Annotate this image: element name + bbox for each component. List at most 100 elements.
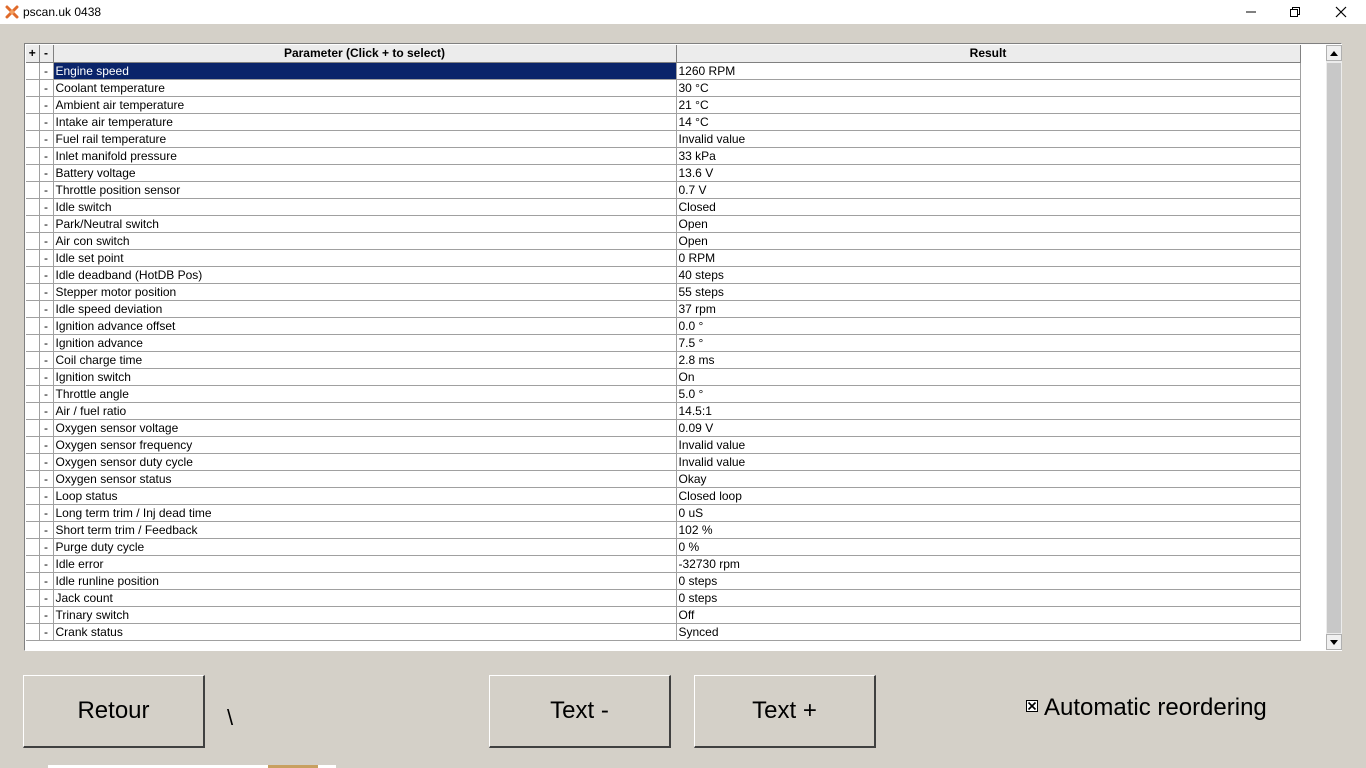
table-row[interactable]: - Fuel rail temperature Invalid value [26, 130, 1301, 148]
row-plus-cell[interactable] [26, 147, 40, 165]
row-minus-cell[interactable]: - [39, 198, 54, 216]
row-parameter-cell[interactable]: Loop status [53, 487, 677, 505]
row-result-cell[interactable]: Invalid value [676, 130, 1301, 148]
row-result-cell[interactable]: 1260 RPM [676, 62, 1301, 80]
row-result-cell[interactable]: 14 °C [676, 113, 1301, 131]
vertical-scrollbar[interactable] [1326, 45, 1342, 650]
row-minus-cell[interactable]: - [39, 623, 54, 641]
row-parameter-cell[interactable]: Idle deadband (HotDB Pos) [53, 266, 677, 284]
auto-reorder-checkbox[interactable] [1026, 700, 1038, 712]
row-plus-cell[interactable] [26, 538, 40, 556]
row-minus-cell[interactable]: - [39, 385, 54, 403]
row-parameter-cell[interactable]: Fuel rail temperature [53, 130, 677, 148]
row-parameter-cell[interactable]: Ambient air temperature [53, 96, 677, 114]
table-row[interactable]: - Stepper motor position 55 steps [26, 283, 1301, 301]
row-minus-cell[interactable]: - [39, 283, 54, 301]
row-minus-cell[interactable]: - [39, 164, 54, 182]
plus-column-header[interactable]: + [26, 45, 40, 63]
row-plus-cell[interactable] [26, 266, 40, 284]
row-plus-cell[interactable] [26, 589, 40, 607]
table-row[interactable]: - Ignition advance 7.5 ° [26, 334, 1301, 352]
table-row[interactable]: - Oxygen sensor duty cycle Invalid value [26, 453, 1301, 471]
row-result-cell[interactable]: 30 °C [676, 79, 1301, 97]
row-result-cell[interactable]: 0 steps [676, 589, 1301, 607]
table-row[interactable]: - Battery voltage 13.6 V [26, 164, 1301, 182]
row-minus-cell[interactable]: - [39, 487, 54, 505]
table-row[interactable]: - Coil charge time 2.8 ms [26, 351, 1301, 369]
row-result-cell[interactable]: 40 steps [676, 266, 1301, 284]
row-minus-cell[interactable]: - [39, 453, 54, 471]
scroll-down-button[interactable] [1326, 634, 1342, 650]
row-parameter-cell[interactable]: Crank status [53, 623, 677, 641]
row-minus-cell[interactable]: - [39, 334, 54, 352]
row-plus-cell[interactable] [26, 453, 40, 471]
table-row[interactable]: - Ignition switch On [26, 368, 1301, 386]
scroll-thumb[interactable] [1327, 63, 1341, 633]
row-plus-cell[interactable] [26, 300, 40, 318]
row-result-cell[interactable]: 5.0 ° [676, 385, 1301, 403]
row-result-cell[interactable]: 0 RPM [676, 249, 1301, 267]
row-plus-cell[interactable] [26, 470, 40, 488]
table-row[interactable]: - Idle switch Closed [26, 198, 1301, 216]
row-plus-cell[interactable] [26, 487, 40, 505]
row-parameter-cell[interactable]: Ignition advance [53, 334, 677, 352]
row-result-cell[interactable]: Off [676, 606, 1301, 624]
row-parameter-cell[interactable]: Short term trim / Feedback [53, 521, 677, 539]
row-parameter-cell[interactable]: Air con switch [53, 232, 677, 250]
table-row[interactable]: - Idle error -32730 rpm [26, 555, 1301, 573]
row-minus-cell[interactable]: - [39, 232, 54, 250]
table-row[interactable]: - Throttle angle 5.0 ° [26, 385, 1301, 403]
row-result-cell[interactable]: Invalid value [676, 436, 1301, 454]
row-plus-cell[interactable] [26, 79, 40, 97]
row-minus-cell[interactable]: - [39, 470, 54, 488]
minus-column-header[interactable]: - [39, 45, 54, 63]
table-row[interactable]: - Air / fuel ratio 14.5:1 [26, 402, 1301, 420]
table-row[interactable]: - Ambient air temperature 21 °C [26, 96, 1301, 114]
row-parameter-cell[interactable]: Idle speed deviation [53, 300, 677, 318]
row-plus-cell[interactable] [26, 113, 40, 131]
row-minus-cell[interactable]: - [39, 368, 54, 386]
table-row[interactable]: - Idle speed deviation 37 rpm [26, 300, 1301, 318]
row-result-cell[interactable]: -32730 rpm [676, 555, 1301, 573]
table-row[interactable]: - Purge duty cycle 0 % [26, 538, 1301, 556]
row-parameter-cell[interactable]: Oxygen sensor status [53, 470, 677, 488]
result-column-header[interactable]: Result [676, 45, 1301, 63]
row-parameter-cell[interactable]: Idle error [53, 555, 677, 573]
row-minus-cell[interactable]: - [39, 436, 54, 454]
row-result-cell[interactable]: 55 steps [676, 283, 1301, 301]
row-parameter-cell[interactable]: Stepper motor position [53, 283, 677, 301]
row-plus-cell[interactable] [26, 249, 40, 267]
minimize-button[interactable] [1228, 0, 1274, 24]
table-row[interactable]: - Idle set point 0 RPM [26, 249, 1301, 267]
row-parameter-cell[interactable]: Long term trim / Inj dead time [53, 504, 677, 522]
row-parameter-cell[interactable]: Engine speed [53, 62, 677, 80]
row-minus-cell[interactable]: - [39, 521, 54, 539]
row-minus-cell[interactable]: - [39, 317, 54, 335]
text-increase-button[interactable]: Text + [694, 675, 876, 748]
row-minus-cell[interactable]: - [39, 504, 54, 522]
table-row[interactable]: - Idle deadband (HotDB Pos) 40 steps [26, 266, 1301, 284]
row-plus-cell[interactable] [26, 164, 40, 182]
row-parameter-cell[interactable]: Coil charge time [53, 351, 677, 369]
row-parameter-cell[interactable]: Jack count [53, 589, 677, 607]
table-row[interactable]: - Crank status Synced [26, 623, 1301, 641]
scroll-up-button[interactable] [1326, 45, 1342, 61]
table-row[interactable]: - Long term trim / Inj dead time 0 uS [26, 504, 1301, 522]
row-plus-cell[interactable] [26, 402, 40, 420]
row-parameter-cell[interactable]: Air / fuel ratio [53, 402, 677, 420]
row-minus-cell[interactable]: - [39, 555, 54, 573]
row-parameter-cell[interactable]: Throttle angle [53, 385, 677, 403]
row-plus-cell[interactable] [26, 334, 40, 352]
row-plus-cell[interactable] [26, 215, 40, 233]
row-result-cell[interactable]: 37 rpm [676, 300, 1301, 318]
table-row[interactable]: - Air con switch Open [26, 232, 1301, 250]
row-minus-cell[interactable]: - [39, 147, 54, 165]
row-plus-cell[interactable] [26, 181, 40, 199]
table-row[interactable]: - Park/Neutral switch Open [26, 215, 1301, 233]
row-plus-cell[interactable] [26, 198, 40, 216]
row-result-cell[interactable]: Open [676, 232, 1301, 250]
row-result-cell[interactable]: 102 % [676, 521, 1301, 539]
row-result-cell[interactable]: Okay [676, 470, 1301, 488]
row-minus-cell[interactable]: - [39, 419, 54, 437]
row-result-cell[interactable]: 21 °C [676, 96, 1301, 114]
